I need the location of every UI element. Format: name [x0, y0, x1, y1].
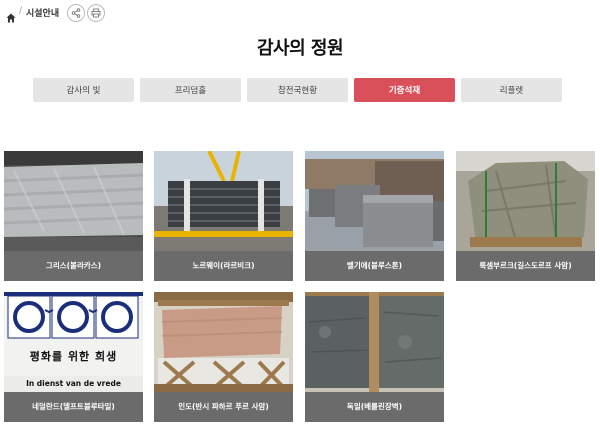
- stone-photo: [154, 292, 293, 392]
- gallery-item-germany[interactable]: 독일(베를린장벽): [305, 292, 444, 422]
- stone-photo: [305, 292, 444, 392]
- breadcrumb-separator: /: [19, 6, 23, 16]
- tab-bar: 감사의 빛 프리덤홀 참전국현황 기증석재 리플렛: [33, 78, 563, 102]
- tab-gratitude-light[interactable]: 감사의 빛: [33, 78, 134, 102]
- print-icon: [91, 8, 101, 18]
- page-title: 감사의 정원: [256, 38, 344, 59]
- gallery-item-netherlands[interactable]: 평화를 위한 희생 In dienst van de vrede 네덜란드(델프…: [4, 292, 143, 422]
- tile-photo: 평화를 위한 희생 In dienst van de vrede: [4, 292, 143, 392]
- tab-participating-countries[interactable]: 참전국현황: [247, 78, 348, 102]
- tab-leaflet[interactable]: 리플렛: [461, 78, 562, 102]
- gallery-caption: 벨기에(블루스톤): [305, 251, 444, 281]
- share-icon: [71, 8, 81, 18]
- stone-photo: [4, 151, 143, 251]
- breadcrumb-current[interactable]: 시설안내: [26, 6, 59, 19]
- tile-slogan-korean: 평화를 위한 희생: [29, 350, 118, 363]
- tile-slogan-dutch: In dienst van de vrede: [26, 379, 121, 388]
- gallery-item-norway[interactable]: 노르웨이(라르비크): [154, 151, 293, 281]
- print-button[interactable]: [87, 4, 105, 22]
- gallery-caption: 룩셈부르크(길스도르프 사암): [456, 251, 595, 281]
- gallery-item-belgium[interactable]: 벨기에(블루스톤): [305, 151, 444, 281]
- breadcrumb: / 시설안내: [0, 0, 600, 26]
- gallery-item-greece[interactable]: 그리스(볼라카스): [4, 151, 143, 281]
- home-icon[interactable]: [6, 8, 16, 23]
- gallery-item-india[interactable]: 인도(반시 파하르 푸르 사암): [154, 292, 293, 422]
- stone-photo: [456, 151, 595, 251]
- gallery-caption: 독일(베를린장벽): [305, 392, 444, 422]
- gallery-caption: 그리스(볼라카스): [4, 251, 143, 281]
- gallery-caption: 노르웨이(라르비크): [154, 251, 293, 281]
- stone-photo: [154, 151, 293, 251]
- stone-photo: [305, 151, 444, 251]
- tab-freedom-hall[interactable]: 프리덤홀: [140, 78, 241, 102]
- tab-donated-stones[interactable]: 기증석재: [354, 78, 455, 102]
- gallery-caption: 네덜란드(델프트블루타일): [4, 392, 143, 422]
- gallery-item-luxembourg[interactable]: 룩셈부르크(길스도르프 사암): [456, 151, 595, 281]
- gallery-caption: 인도(반시 파하르 푸르 사암): [154, 392, 293, 422]
- share-button[interactable]: [67, 4, 85, 22]
